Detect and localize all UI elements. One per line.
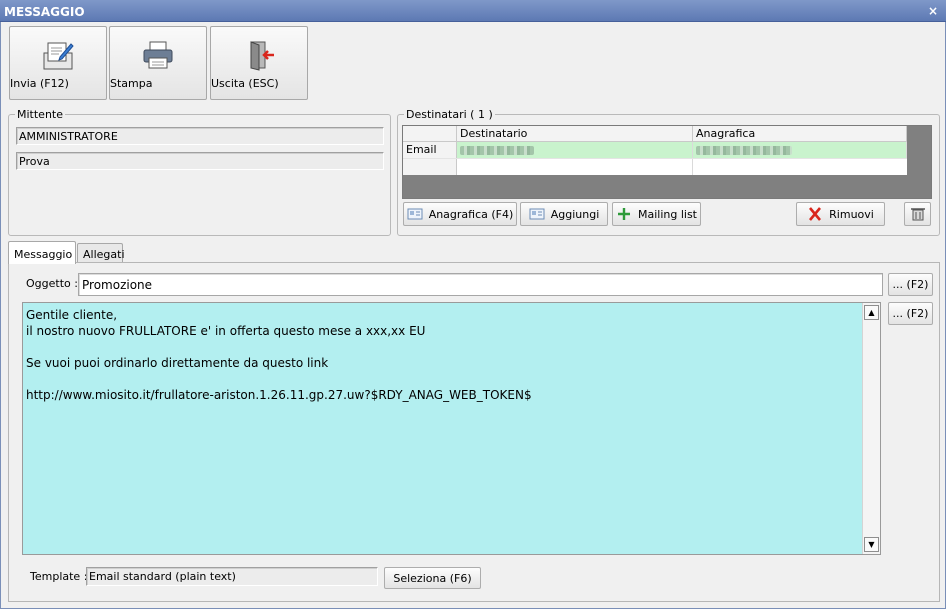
print-button[interactable]: Stampa	[109, 26, 207, 100]
table-row[interactable]: Email	[403, 142, 907, 158]
add-recipient-button-label: Aggiungi	[550, 207, 600, 221]
registry-cell	[693, 142, 907, 158]
recipients-grid[interactable]: Destinatario Anagrafica Email	[402, 125, 932, 199]
remove-button[interactable]: Rimuovi	[796, 202, 885, 226]
body-vertical-scrollbar[interactable]: ▲ ▼	[862, 303, 880, 554]
add-recipient-button[interactable]: Aggiungi	[520, 202, 608, 226]
tab-messaggio[interactable]: Messaggio	[8, 241, 76, 264]
send-button[interactable]: Invia (F12)	[9, 26, 107, 100]
exit-door-icon	[250, 41, 274, 71]
column-header-recipient[interactable]: Destinatario	[457, 126, 693, 142]
registry-cell-empty	[693, 159, 907, 175]
recipient-cell-empty	[457, 159, 693, 175]
sender-group-title: Mittente	[15, 108, 65, 121]
subject-f2-button[interactable]: ... (F2)	[888, 273, 933, 296]
scroll-up-icon[interactable]: ▲	[864, 305, 879, 320]
recipients-grid-body: Destinatario Anagrafica Email	[403, 126, 907, 175]
sender-name-field: AMMINISTRATORE	[16, 127, 384, 145]
body-line	[26, 339, 877, 355]
printer-icon	[143, 41, 173, 69]
trash-icon	[910, 208, 925, 221]
anagrafica-button[interactable]: Anagrafica (F4)	[403, 202, 517, 226]
mailing-list-button-label: Mailing list	[637, 207, 697, 221]
table-row-empty[interactable]	[403, 158, 907, 175]
recipient-cell	[457, 142, 693, 158]
template-label: Template :	[30, 570, 88, 583]
recipients-group-title: Destinatari ( 1 )	[404, 108, 495, 121]
plus-icon	[617, 208, 630, 220]
subject-label: Oggetto :	[26, 277, 78, 290]
body-f2-button[interactable]: ... (F2)	[888, 302, 933, 325]
exit-button-label: Uscita (ESC)	[211, 77, 279, 90]
trash-button[interactable]	[904, 202, 931, 226]
remove-button-label: Rimuovi	[829, 207, 874, 221]
row-type-cell: Email	[403, 142, 457, 158]
registry-redacted	[696, 146, 792, 155]
exit-button[interactable]: Uscita (ESC)	[210, 26, 308, 100]
address-card-icon	[407, 208, 423, 220]
grid-corner-header	[403, 126, 457, 142]
body-line: il nostro nuovo FRULLATORE e' in offerta…	[26, 324, 426, 338]
remove-x-icon	[809, 207, 822, 221]
column-header-registry[interactable]: Anagrafica	[693, 126, 907, 142]
scroll-down-icon[interactable]: ▼	[864, 537, 879, 552]
tab-allegati[interactable]: Allegati	[77, 243, 125, 263]
row-type-cell-empty	[403, 159, 457, 175]
close-icon[interactable]: ×	[928, 4, 938, 18]
mailing-list-button[interactable]: Mailing list	[612, 202, 701, 226]
recipient-redacted	[460, 146, 534, 155]
subject-input[interactable]: Promozione	[78, 273, 883, 296]
address-card-icon	[529, 208, 545, 220]
template-select-button[interactable]: Seleziona (F6)	[384, 567, 481, 589]
body-line: http://www.miosito.it/frullatore-ariston…	[26, 388, 532, 402]
body-line: Gentile cliente,	[26, 308, 118, 322]
sender-subtitle-field: Prova	[16, 152, 384, 170]
body-line	[26, 371, 877, 387]
window-title: MESSAGGIO	[4, 5, 85, 19]
send-button-label: Invia (F12)	[10, 77, 69, 90]
print-button-label: Stampa	[110, 77, 153, 90]
message-body-textarea[interactable]: Gentile cliente, il nostro nuovo FRULLAT…	[22, 302, 881, 555]
template-field: Email standard (plain text)	[86, 567, 378, 586]
anagrafica-button-label: Anagrafica (F4)	[428, 207, 514, 221]
body-line: Se vuoi puoi ordinarlo direttamente da q…	[26, 356, 329, 370]
window-titlebar: MESSAGGIO ×	[0, 0, 946, 22]
compose-icon	[43, 42, 74, 70]
